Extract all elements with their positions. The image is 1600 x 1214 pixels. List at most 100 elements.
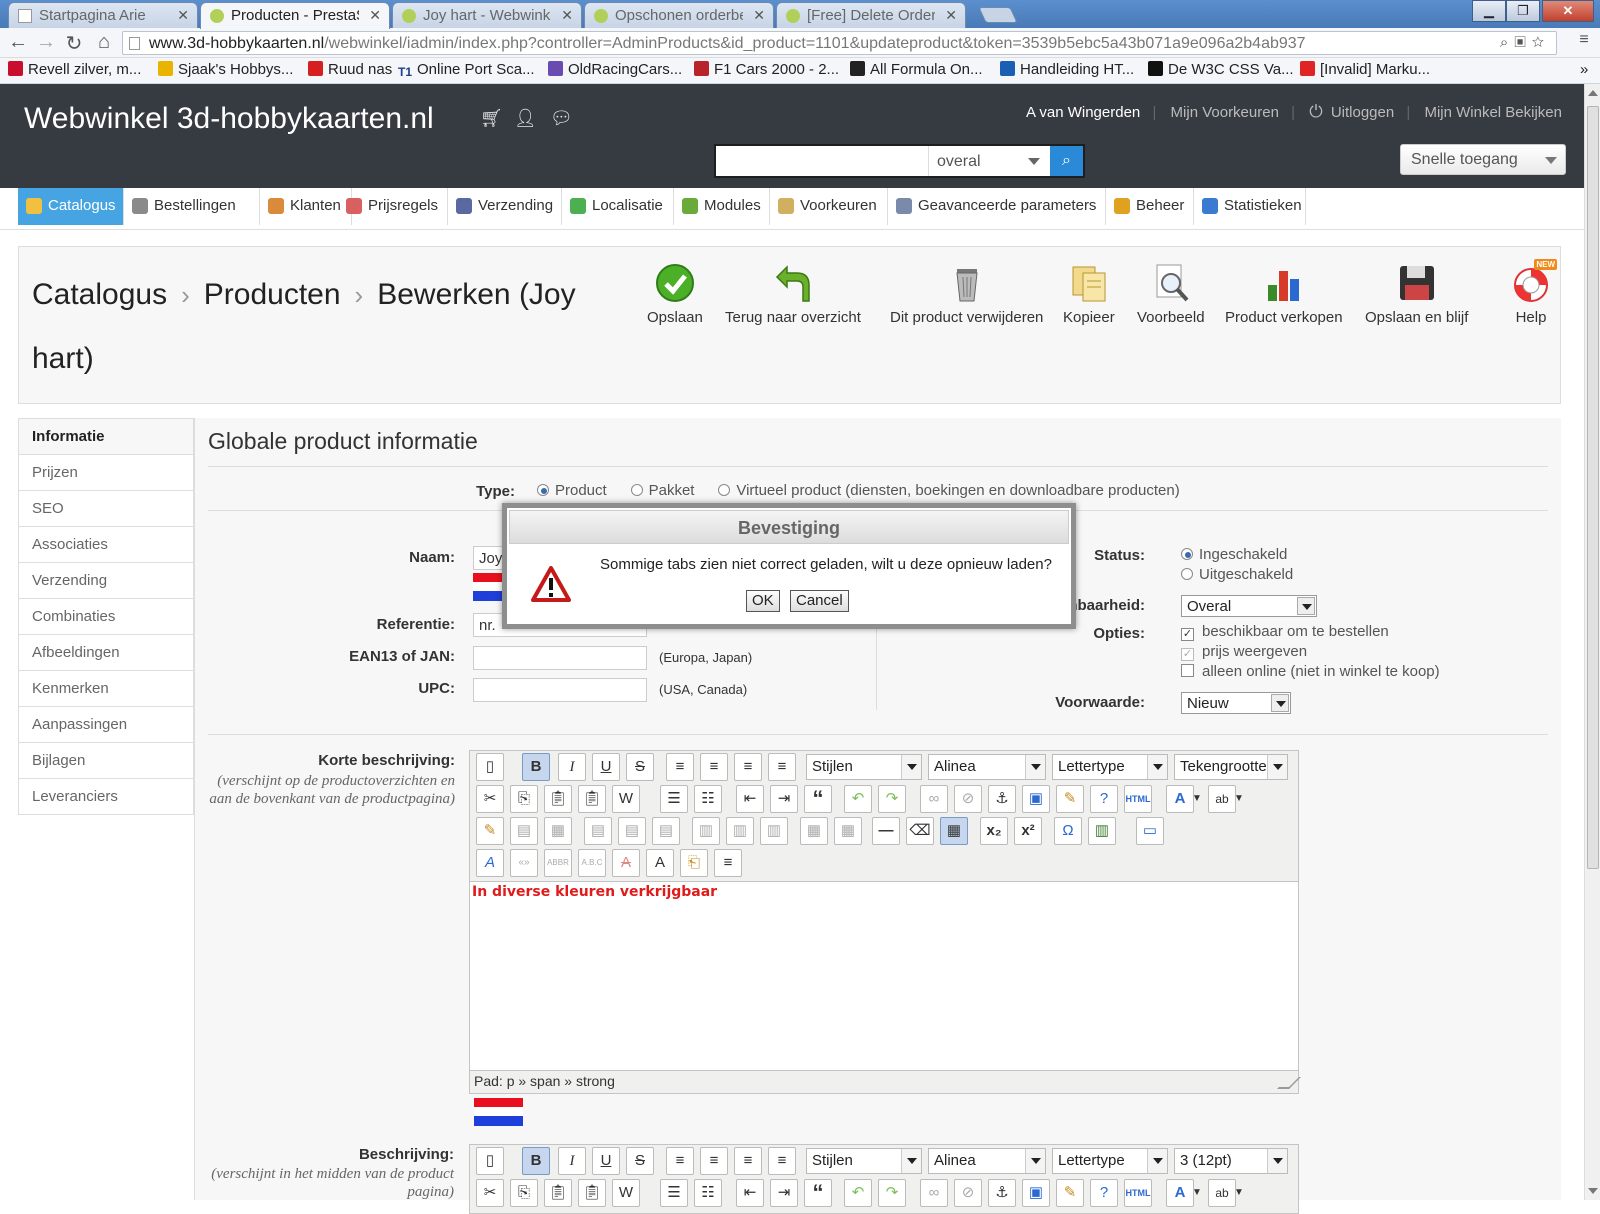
redo-icon[interactable]: ↷ [878, 1179, 906, 1207]
menu-item-modules[interactable]: Modules [674, 188, 770, 225]
browser-tab[interactable]: [Free] Delete Orders ✕ [776, 2, 966, 28]
save-and-stay-button[interactable]: Opslaan en blijf [1365, 263, 1468, 326]
customers-icon[interactable]: 👤︎ [514, 108, 537, 129]
help-icon[interactable]: ? [1090, 785, 1118, 813]
option-online-only[interactable]: alleen online (niet in winkel te koop) [1181, 663, 1440, 680]
strikethrough-button[interactable]: S [626, 753, 654, 781]
shop-title[interactable]: Webwinkel 3d-hobbykaarten.nl [24, 102, 434, 136]
strikethrough-button[interactable]: S [626, 1147, 654, 1175]
cite-icon[interactable]: «» [510, 849, 538, 877]
align-left-icon[interactable]: ≡ [666, 753, 694, 781]
product-tab-associaties[interactable]: Associaties [19, 526, 193, 562]
align-justify-icon[interactable]: ≡ [768, 1147, 796, 1175]
bookmark-item[interactable]: Ruud nas [308, 61, 392, 78]
underline-button[interactable]: U [592, 753, 620, 781]
align-justify-icon[interactable]: ≡ [768, 753, 796, 781]
visual-aid-icon[interactable]: ▦ [940, 817, 968, 845]
bold-button[interactable]: B [522, 753, 550, 781]
merge-cells-icon[interactable]: ▦ [834, 817, 862, 845]
font-select[interactable]: Lettertype [1052, 754, 1168, 780]
abbr-icon[interactable]: ABBR [544, 849, 572, 877]
menu-item-catalogus[interactable]: Catalogus [18, 188, 124, 225]
paste-word-icon[interactable]: W [612, 1179, 640, 1207]
insert-row-before-icon[interactable]: ▤ [584, 817, 612, 845]
back-to-list-button[interactable]: Terug naar overzicht [725, 263, 861, 326]
image-icon[interactable]: ▣ [1022, 785, 1050, 813]
search-scope-select[interactable]: overal [928, 146, 1046, 176]
chevron-down-icon[interactable]: ▼ [1190, 785, 1204, 813]
acronym-icon[interactable]: A.B.C [578, 849, 606, 877]
table-cell-icon[interactable]: ▦ [544, 817, 572, 845]
messages-icon[interactable]: 💬︎ [550, 108, 573, 129]
home-icon[interactable]: ⌂ [92, 31, 116, 54]
status-disabled[interactable]: Uitgeschakeld [1181, 566, 1293, 583]
browser-tab-active[interactable]: Producten - PrestaSh ✕ [200, 2, 390, 29]
language-flag-nl[interactable] [474, 1098, 523, 1126]
align-center-icon[interactable]: ≡ [700, 1147, 728, 1175]
styles-select[interactable]: Stijlen [806, 754, 922, 780]
close-icon[interactable]: ✕ [369, 7, 381, 24]
indent-icon[interactable]: ⇥ [770, 1179, 798, 1207]
special-char-icon[interactable]: Ω [1054, 817, 1082, 845]
align-left-icon[interactable]: ≡ [666, 1147, 694, 1175]
html-icon[interactable]: HTML [1124, 1179, 1152, 1207]
align-center-icon[interactable]: ≡ [700, 753, 728, 781]
menu-item-prijsregels[interactable]: Prijsregels [338, 188, 448, 225]
product-tab-verzending[interactable]: Verzending [19, 562, 193, 598]
insert-col-after-icon[interactable]: ▥ [726, 817, 754, 845]
menu-item-geavanceerde-parameters[interactable]: Geavanceerde parameters [888, 188, 1106, 225]
image-icon[interactable]: ▣ [1022, 1179, 1050, 1207]
condition-select[interactable]: Nieuw [1181, 692, 1291, 714]
cleanup-icon[interactable]: ✎ [1056, 785, 1084, 813]
back-arrow-icon[interactable]: ← [6, 31, 30, 54]
copy-icon[interactable]: ⎘ [510, 785, 538, 813]
option-show-price[interactable]: ✓ prijs weergeven [1181, 643, 1307, 661]
copy-icon[interactable]: ⎘ [510, 1179, 538, 1207]
breadcrumb-products[interactable]: Producten [204, 278, 341, 311]
italic-button[interactable]: I [558, 1147, 586, 1175]
zoom-icon[interactable]: ⌕ [1500, 34, 1514, 51]
menu-item-verzending[interactable]: Verzending [448, 188, 562, 225]
indent-icon[interactable]: ⇥ [770, 785, 798, 813]
bookmark-item[interactable]: OldRacingCars... [548, 61, 682, 78]
logout-link[interactable]: Uitloggen [1331, 104, 1394, 121]
paste-icon[interactable]: 📋︎ [544, 785, 572, 813]
fullscreen-icon[interactable]: ▭ [1136, 817, 1164, 845]
upc-input[interactable] [473, 678, 647, 702]
unlink-icon[interactable]: ⊘ [954, 785, 982, 813]
anchor-icon[interactable]: ⚓︎ [988, 785, 1016, 813]
visibility-select[interactable]: Overal [1181, 595, 1317, 617]
maximize-button[interactable]: ❐ [1506, 0, 1540, 22]
sell-product-button[interactable]: Product verkopen [1225, 263, 1343, 326]
preview-button[interactable]: Voorbeeld [1137, 263, 1205, 326]
link-icon[interactable]: ∞ [920, 1179, 948, 1207]
product-tab-aanpassingen[interactable]: Aanpassingen [19, 706, 193, 742]
anchor-icon[interactable]: ⚓︎ [988, 1179, 1016, 1207]
minimize-button[interactable]: ▁ [1472, 0, 1506, 22]
search-input[interactable] [718, 148, 918, 174]
template-icon[interactable]: ⎗ [680, 849, 708, 877]
scroll-down-icon[interactable] [1588, 1188, 1598, 1194]
quick-access-select[interactable]: Snelle toegang [1400, 144, 1566, 175]
split-cells-icon[interactable]: ▦ [800, 817, 828, 845]
html-icon[interactable]: HTML [1124, 785, 1152, 813]
chevron-down-icon[interactable]: ▼ [1232, 1179, 1246, 1207]
type-option-product[interactable]: Product [537, 482, 607, 499]
media-icon[interactable]: ▥ [1088, 817, 1116, 845]
cut-icon[interactable]: ✂ [476, 785, 504, 813]
align-right-icon[interactable]: ≡ [734, 753, 762, 781]
bullet-list-icon[interactable]: ☰ [660, 1179, 688, 1207]
browser-tab[interactable]: Opschonen orderbes ✕ [584, 2, 774, 28]
redo-icon[interactable]: ↷ [878, 785, 906, 813]
status-enabled[interactable]: Ingeschakeld [1181, 546, 1287, 563]
scroll-up-icon[interactable] [1588, 90, 1598, 96]
resize-handle-icon[interactable] [1277, 1077, 1301, 1089]
link-icon[interactable]: ∞ [920, 785, 948, 813]
paste-text-icon[interactable]: 📋︎ [578, 1179, 606, 1207]
more-bookmarks-icon[interactable]: » [1580, 61, 1588, 78]
menu-icon[interactable]: ≡ [1572, 31, 1596, 49]
insert-row-after-icon[interactable]: ▤ [618, 817, 646, 845]
underline-button[interactable]: U [592, 1147, 620, 1175]
product-tab-leveranciers[interactable]: Leveranciers [19, 778, 193, 814]
subscript-icon[interactable]: x₂ [980, 817, 1008, 845]
